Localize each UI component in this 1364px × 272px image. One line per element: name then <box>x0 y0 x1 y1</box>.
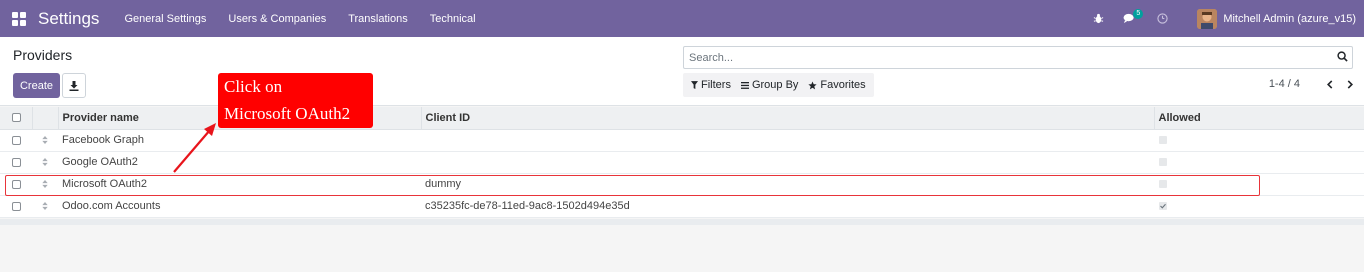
breadcrumb: Providers <box>13 47 73 63</box>
search-box <box>683 46 1353 69</box>
row-handle-cell <box>32 129 58 152</box>
select-all-cell <box>0 107 32 130</box>
apps-menu-icon[interactable] <box>12 11 26 26</box>
row-checkbox[interactable] <box>12 135 21 145</box>
column-header-allowed[interactable]: Allowed <box>1153 107 1364 130</box>
menu-technical[interactable]: Technical <box>430 13 476 25</box>
search-options-bar: Filters Group By Favorites <box>683 73 874 97</box>
client-id-cell[interactable] <box>421 129 1154 152</box>
annotation-arrow <box>173 123 216 173</box>
list-footer-band <box>0 219 1364 225</box>
provider-name-cell[interactable]: Odoo.com Accounts <box>58 195 421 218</box>
group-by-button[interactable]: Group By <box>740 79 799 91</box>
allowed-cell <box>1154 129 1364 152</box>
export-button[interactable] <box>62 73 86 98</box>
row-checkbox[interactable] <box>12 157 21 167</box>
drag-handle-icon[interactable] <box>42 202 48 211</box>
user-avatar[interactable] <box>1197 8 1218 29</box>
table-row[interactable]: Odoo.com Accounts c35235fc-de78-11ed-9ac… <box>0 195 1364 218</box>
create-button[interactable]: Create <box>13 73 60 98</box>
select-all-checkbox[interactable] <box>12 113 21 123</box>
group-by-label: Group By <box>751 79 799 91</box>
annotation-callout: Click on Microsoft OAuth2 <box>218 73 373 128</box>
row-select-cell <box>0 151 32 174</box>
clock-icon[interactable] <box>1157 13 1168 24</box>
group-by-icon <box>740 81 749 89</box>
search-icon[interactable] <box>1337 51 1348 65</box>
annotation-line-1: Click on <box>224 77 283 96</box>
pager-previous-button[interactable] <box>1326 79 1333 89</box>
favorites-label: Favorites <box>820 79 866 91</box>
row-handle-cell <box>32 151 58 174</box>
filters-label: Filters <box>701 79 731 91</box>
provider-name-cell[interactable]: Facebook Graph <box>58 129 421 152</box>
app-title[interactable]: Settings <box>38 9 99 29</box>
row-handle-cell <box>32 195 58 218</box>
chat-icon[interactable]: 5 <box>1123 9 1144 24</box>
row-checkbox[interactable] <box>12 201 21 211</box>
chevron-right-icon <box>1347 79 1353 89</box>
allowed-checkbox-checked <box>1159 202 1167 211</box>
filter-icon <box>691 81 698 89</box>
client-id-cell[interactable] <box>421 151 1154 174</box>
pager-next-button[interactable] <box>1347 79 1354 89</box>
pager-value[interactable]: 1-4 / 4 <box>1269 78 1300 90</box>
drag-handle-icon[interactable] <box>42 136 48 145</box>
column-header-client-id[interactable]: Client ID <box>420 107 1154 130</box>
menu-translations[interactable]: Translations <box>348 13 408 25</box>
check-icon <box>1160 203 1166 209</box>
highlight-box <box>5 175 1260 196</box>
download-icon <box>69 80 79 91</box>
row-select-cell <box>0 195 32 218</box>
star-icon <box>808 80 818 89</box>
allowed-cell <box>1154 151 1364 174</box>
handle-header <box>31 107 58 130</box>
bug-icon[interactable] <box>1093 13 1104 24</box>
provider-name-cell[interactable]: Google OAuth2 <box>58 151 421 174</box>
filters-button[interactable]: Filters <box>691 79 731 91</box>
favorites-button[interactable]: Favorites <box>808 79 866 91</box>
chevron-left-icon <box>1327 79 1333 89</box>
allowed-checkbox <box>1159 136 1167 145</box>
allowed-cell <box>1154 195 1364 218</box>
allowed-checkbox <box>1159 158 1167 167</box>
control-panel: Providers Create Filters Group By Favori… <box>0 37 1364 106</box>
annotation-line-2: Microsoft OAuth2 <box>224 104 351 123</box>
chat-count-badge: 5 <box>1133 9 1144 19</box>
top-navbar: Settings General Settings Users & Compan… <box>0 0 1364 37</box>
search-input[interactable] <box>689 51 1309 65</box>
client-id-cell[interactable]: c35235fc-de78-11ed-9ac8-1502d494e35d <box>421 195 1154 218</box>
pager: 1-4 / 4 <box>1269 78 1354 90</box>
user-name[interactable]: Mitchell Admin (azure_v15) <box>1223 13 1356 25</box>
menu-users-companies[interactable]: Users & Companies <box>228 13 326 25</box>
row-select-cell <box>0 129 32 152</box>
menu-general-settings[interactable]: General Settings <box>124 13 206 25</box>
drag-handle-icon[interactable] <box>42 158 48 167</box>
